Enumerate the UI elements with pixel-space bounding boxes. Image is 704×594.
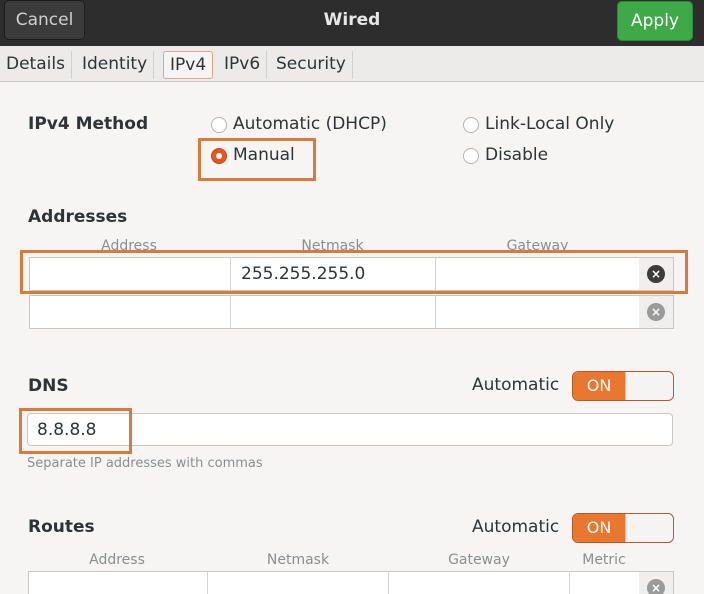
route-netmask-input[interactable]: [208, 572, 389, 594]
dns-automatic-label: Automatic: [472, 375, 560, 395]
switch-on-label: ON: [573, 514, 625, 542]
tab-details[interactable]: Details: [0, 51, 72, 79]
tab-ipv4[interactable]: IPv4: [163, 51, 214, 79]
radio-link-local[interactable]: [463, 117, 479, 133]
route-row: ×: [28, 571, 674, 594]
radio-disable[interactable]: [463, 148, 479, 164]
route-metric-input[interactable]: [570, 572, 641, 594]
route-address-input[interactable]: [29, 572, 208, 594]
routes-automatic-switch[interactable]: ON: [572, 513, 674, 543]
tab-identity[interactable]: Identity: [76, 51, 155, 79]
addresses-col-gateway: Gateway: [506, 238, 569, 254]
close-icon: ×: [647, 265, 665, 283]
routes-automatic-label: Automatic: [472, 517, 560, 537]
switch-knob: [625, 514, 673, 542]
routes-col-gateway: Gateway: [448, 552, 510, 568]
netmask-input[interactable]: [231, 296, 436, 328]
address-row: 255.255.255.0 ×: [29, 257, 674, 291]
routes-label: Routes: [28, 517, 95, 537]
tab-security[interactable]: Security: [270, 51, 353, 79]
delete-route-button[interactable]: ×: [639, 572, 673, 594]
addresses-col-address: Address: [101, 238, 157, 254]
radio-manual-label: Manual: [233, 145, 295, 165]
address-row: ×: [29, 295, 674, 329]
delete-row-button[interactable]: ×: [639, 258, 673, 290]
header-bar: Cancel Wired Apply: [0, 0, 704, 46]
switch-knob: [625, 372, 673, 400]
tab-ipv6[interactable]: IPv6: [218, 51, 268, 79]
close-icon: ×: [647, 303, 665, 321]
apply-button[interactable]: Apply: [617, 1, 693, 41]
radio-disable-label: Disable: [485, 145, 549, 165]
addresses-col-netmask: Netmask: [301, 238, 364, 254]
window-title: Wired: [323, 10, 381, 30]
delete-row-button[interactable]: ×: [639, 296, 673, 328]
close-icon: ×: [647, 579, 665, 594]
dns-label: DNS: [28, 376, 69, 396]
routes-col-address: Address: [89, 552, 145, 568]
dns-input[interactable]: 8.8.8.8: [27, 413, 673, 446]
ipv4-method-label: IPv4 Method: [28, 114, 149, 134]
tab-bar: Details Identity IPv4 IPv6 Security: [0, 46, 704, 82]
radio-automatic-dhcp-label: Automatic (DHCP): [233, 114, 387, 134]
address-input[interactable]: [30, 296, 231, 328]
radio-automatic-dhcp[interactable]: [211, 117, 227, 133]
address-input[interactable]: [30, 258, 231, 290]
radio-manual[interactable]: [211, 148, 227, 164]
addresses-label: Addresses: [28, 207, 128, 227]
gateway-input[interactable]: [436, 258, 641, 290]
gateway-input[interactable]: [436, 296, 641, 328]
netmask-input[interactable]: 255.255.255.0: [231, 258, 436, 290]
route-gateway-input[interactable]: [389, 572, 570, 594]
routes-col-metric: Metric: [582, 552, 626, 568]
dns-automatic-switch[interactable]: ON: [572, 371, 674, 401]
dns-hint: Separate IP addresses with commas: [27, 456, 263, 471]
switch-on-label: ON: [573, 372, 625, 400]
routes-col-netmask: Netmask: [266, 552, 330, 568]
radio-link-local-label: Link-Local Only: [485, 114, 615, 134]
